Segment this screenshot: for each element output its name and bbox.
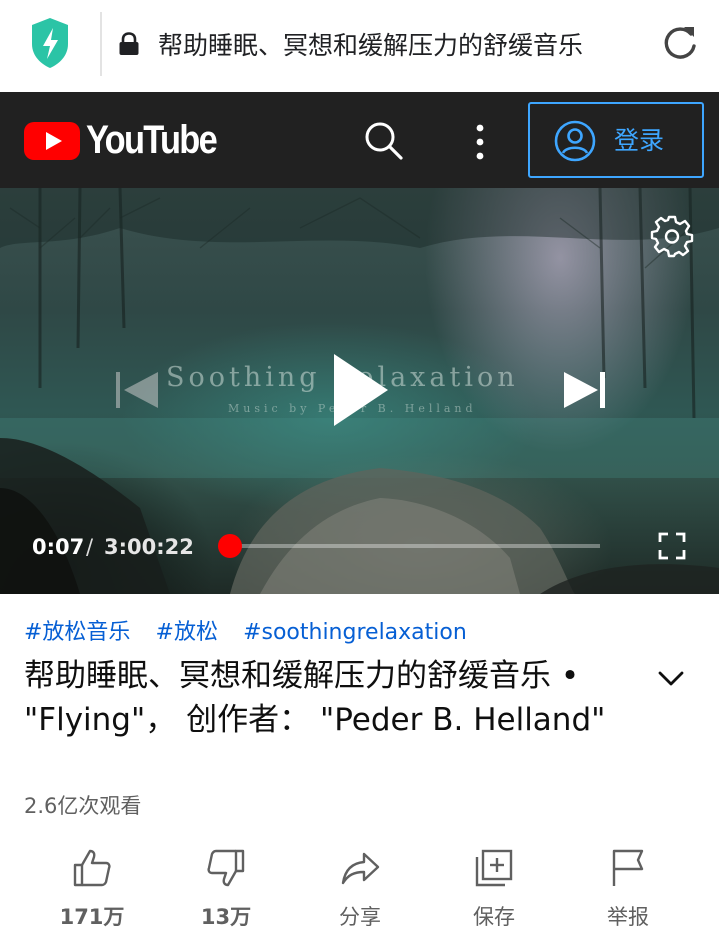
next-video-icon[interactable]	[562, 370, 608, 410]
signin-label: 登录	[614, 126, 665, 155]
lock-icon	[119, 32, 139, 55]
youtube-wordmark: YouTube	[86, 118, 218, 162]
hashtag-link[interactable]: #放松	[156, 618, 218, 648]
share-label: 分享	[339, 905, 381, 929]
progress-bar[interactable]	[230, 544, 600, 548]
previous-video-icon[interactable]	[114, 370, 160, 410]
save-button[interactable]: 保存	[444, 846, 544, 943]
report-button[interactable]: 举报	[578, 846, 678, 943]
address-bar-divider	[100, 12, 102, 76]
dislike-count: 13万	[200, 905, 252, 929]
current-time: 0:07	[32, 535, 85, 559]
signin-button[interactable]: 登录	[528, 102, 704, 178]
time-separator: /	[86, 535, 94, 559]
video-title: 帮助睡眠、冥想和缓解压力的舒缓音乐 • "Flying"， 创作者： "Pede…	[24, 658, 606, 738]
video-player[interactable]: Soothing Relaxation Music by Peder B. He…	[0, 188, 719, 594]
action-bar: 171万 13万 分享 保存 举报	[0, 846, 719, 943]
play-icon[interactable]	[330, 352, 390, 428]
hashtag-link[interactable]: #soothingrelaxation	[243, 618, 467, 648]
thumbs-up-icon	[73, 849, 111, 887]
youtube-header: YouTube 登录	[0, 92, 719, 188]
save-label: 保存	[473, 905, 515, 929]
flag-icon	[612, 849, 644, 886]
hashtag-link[interactable]: #放松音乐	[24, 618, 130, 648]
more-options-icon[interactable]	[466, 120, 494, 164]
dislike-button[interactable]: 13万	[176, 846, 276, 943]
browser-address-bar: 帮助睡眠、冥想和缓解压力的舒缓音乐	[0, 0, 719, 92]
gear-icon[interactable]	[650, 214, 694, 258]
thumbs-down-icon	[207, 849, 245, 887]
like-count: 171万	[59, 905, 125, 929]
like-button[interactable]: 171万	[42, 846, 142, 943]
progress-scrubber-handle[interactable]	[218, 534, 242, 558]
share-arrow-icon	[341, 852, 380, 885]
reload-icon[interactable]	[660, 22, 700, 64]
search-icon[interactable]	[360, 118, 408, 166]
hashtag-list: #放松音乐 #放松 #soothingrelaxation	[24, 618, 487, 648]
url-text[interactable]: 帮助睡眠、冥想和缓解压力的舒缓音乐	[158, 26, 624, 66]
youtube-play-logo-icon	[24, 122, 80, 160]
fullscreen-icon[interactable]	[658, 532, 686, 560]
youtube-logo[interactable]: YouTube	[24, 118, 218, 162]
report-label: 举报	[607, 905, 649, 929]
video-duration: 3:00:22	[104, 535, 194, 559]
view-count: 2.6亿次观看	[24, 794, 142, 818]
add-to-playlist-icon	[475, 849, 513, 887]
chevron-down-icon[interactable]	[654, 664, 688, 694]
share-button[interactable]: 分享	[310, 846, 410, 943]
account-circle-icon	[554, 120, 596, 162]
shield-bolt-icon[interactable]	[30, 16, 70, 70]
